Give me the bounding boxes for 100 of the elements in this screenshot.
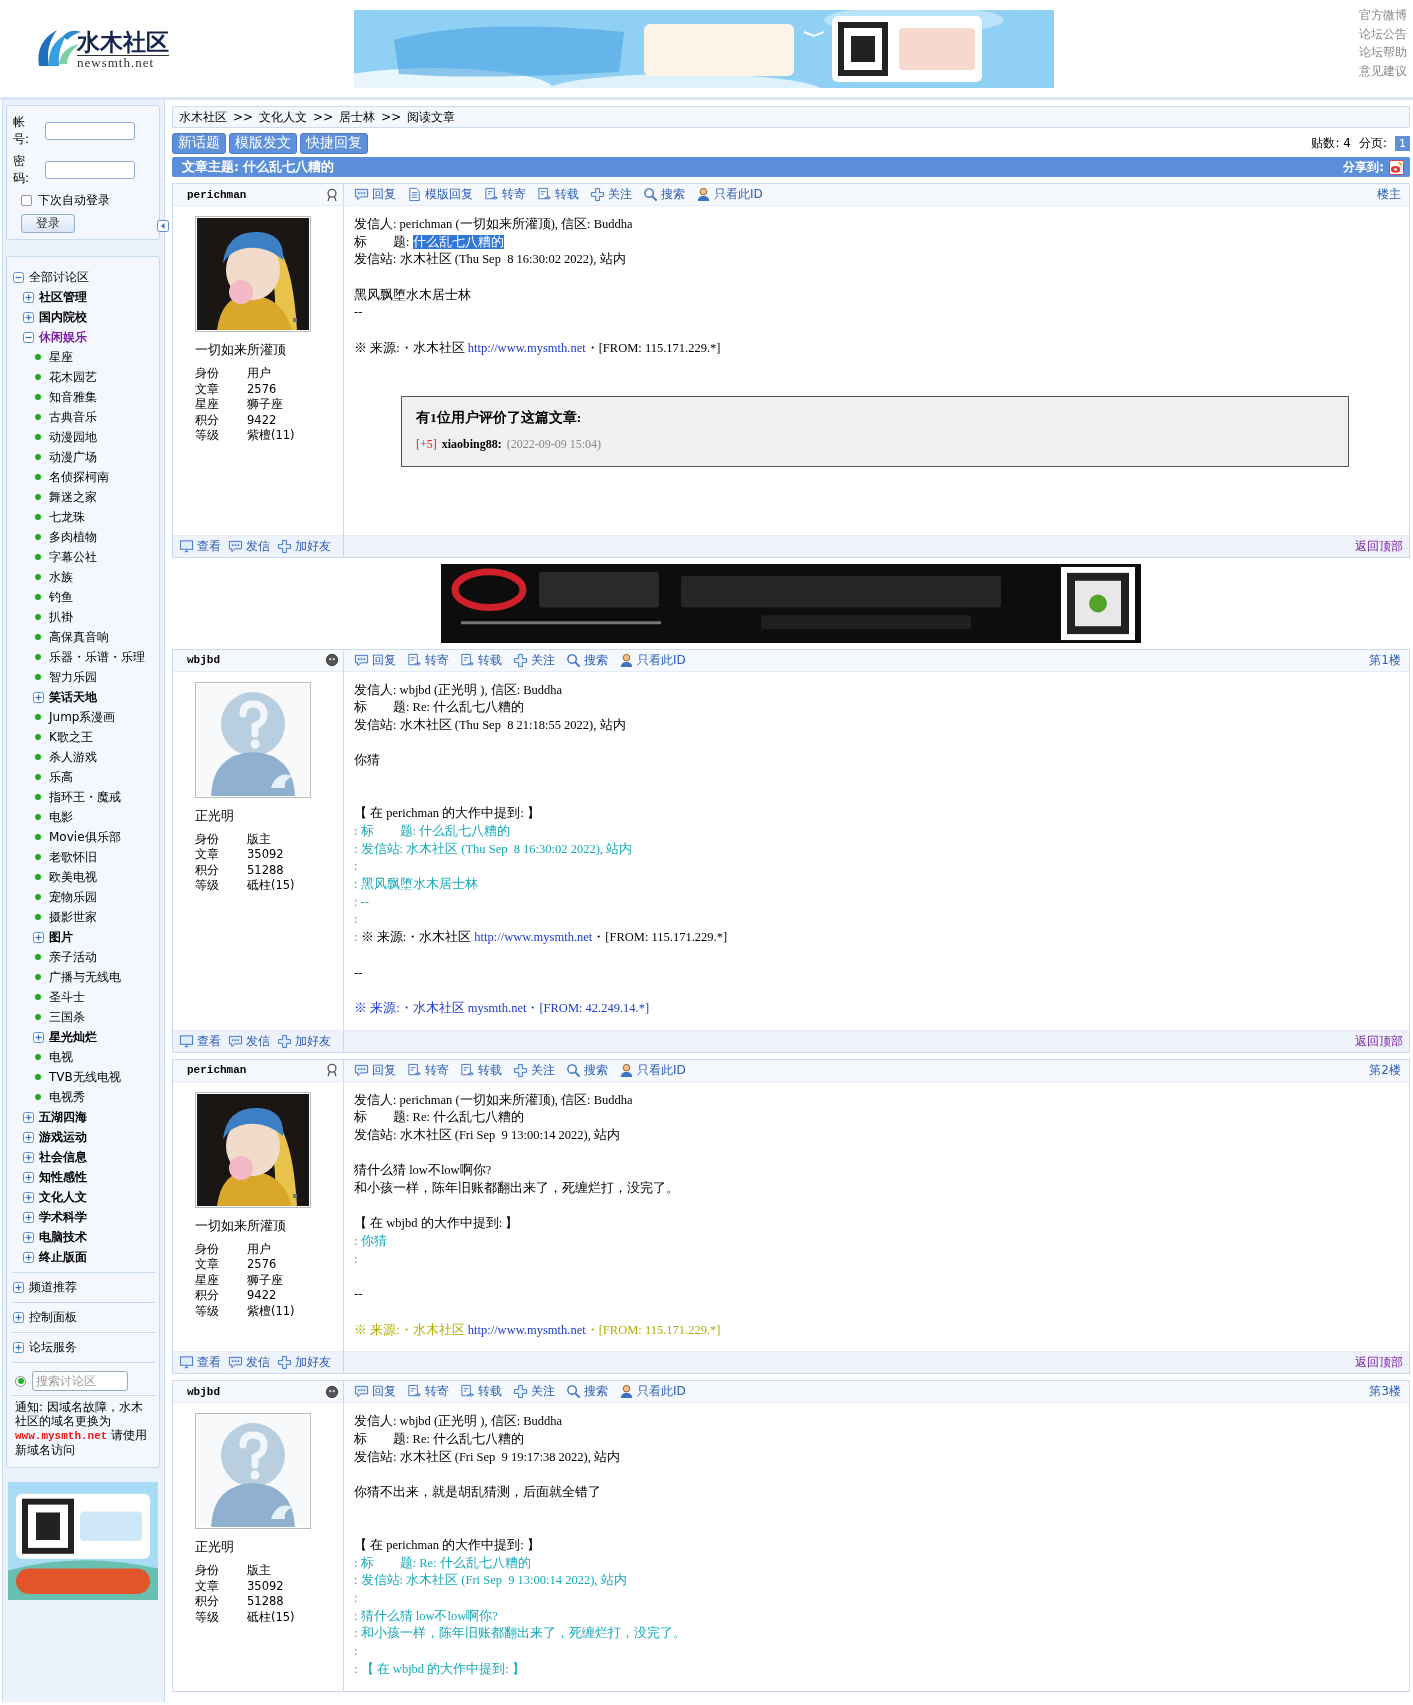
plus-icon[interactable] [23, 1191, 34, 1203]
share-icon[interactable] [1389, 159, 1404, 175]
header-link[interactable]: 论坛公告 [1359, 24, 1407, 43]
user-action[interactable]: 加好友 [277, 1354, 331, 1372]
plus-icon[interactable] [23, 1231, 34, 1243]
board-link[interactable]: 七龙珠 [49, 508, 85, 526]
source-link[interactable]: http://www.mysmth.net [467, 340, 586, 355]
section-link[interactable]: 学术科学 [39, 1208, 87, 1226]
floor-link[interactable]: 楼主 [1377, 186, 1401, 203]
user-action[interactable]: 查看 [179, 537, 221, 555]
board-link[interactable]: 水族 [49, 568, 73, 586]
board-link[interactable]: 动漫广场 [49, 448, 97, 466]
post-action[interactable]: 关注 [513, 1383, 555, 1401]
post-action[interactable]: 回复 [354, 186, 396, 203]
collapse-icon[interactable] [157, 220, 169, 232]
board-link[interactable]: 高保真音响 [49, 628, 109, 646]
plus-icon[interactable] [23, 1151, 34, 1163]
board-link[interactable]: 花木园艺 [49, 368, 97, 386]
post-action[interactable]: 转寄 [484, 186, 526, 203]
post-action[interactable]: 转载 [460, 1061, 502, 1079]
post-action[interactable]: 转寄 [407, 651, 449, 669]
floor-link[interactable]: 第1楼 [1369, 651, 1401, 669]
user-action[interactable]: 发信 [228, 537, 270, 555]
header-link[interactable]: 官方微博 [1359, 6, 1407, 25]
header-link[interactable]: 论坛帮助 [1359, 43, 1407, 62]
board-link[interactable]: 摄影世家 [49, 908, 97, 926]
plus-icon[interactable] [33, 931, 44, 943]
board-link[interactable]: 圣斗士 [49, 988, 85, 1006]
plus-icon[interactable] [13, 1311, 24, 1323]
plus-icon[interactable] [23, 1131, 34, 1143]
search-field[interactable]: 搜索讨论区 [32, 1371, 128, 1391]
source-link[interactable]: http://www.mysmth.net [474, 930, 593, 945]
group-link[interactable]: 论坛服务 [29, 1338, 77, 1356]
board-link[interactable]: 电影 [49, 808, 73, 826]
input-field[interactable] [45, 161, 135, 179]
section-link[interactable]: 笑话天地 [49, 688, 97, 706]
section-link[interactable]: 文化人文 [39, 1188, 87, 1206]
group-link[interactable]: 频道推荐 [29, 1278, 77, 1296]
back-to-top-link[interactable]: 返回顶部 [1355, 1032, 1403, 1050]
post-action[interactable]: 转寄 [407, 1383, 449, 1401]
floor-link[interactable]: 第2楼 [1369, 1061, 1401, 1079]
plus-icon[interactable] [23, 1211, 34, 1223]
section-link[interactable]: 知性感性 [39, 1168, 87, 1186]
post-action[interactable]: 回复 [354, 1383, 396, 1401]
user-id[interactable]: perichman [187, 1064, 247, 1077]
radio-button[interactable] [15, 1375, 26, 1387]
section-link[interactable]: 游戏运动 [39, 1128, 87, 1146]
source-link[interactable]: mysmth.net [467, 1000, 527, 1015]
post-action[interactable]: 转载 [460, 651, 502, 669]
section-link[interactable]: 电脑技术 [39, 1228, 87, 1246]
user-action[interactable]: 发信 [228, 1354, 270, 1372]
user-action[interactable]: 加好友 [277, 1032, 331, 1050]
floor-link[interactable]: 第3楼 [1369, 1383, 1401, 1401]
board-link[interactable]: 老歌怀旧 [49, 848, 97, 866]
board-link[interactable]: 乐高 [49, 768, 73, 786]
board-link[interactable]: Jump系漫画 [49, 708, 116, 726]
board-link[interactable]: 杀人游戏 [49, 748, 97, 766]
board-link[interactable]: 指环王・魔戒 [49, 788, 121, 806]
post-action[interactable]: 只看此ID [619, 1383, 686, 1401]
minus-icon[interactable] [23, 331, 34, 343]
post-action[interactable]: 回复 [354, 651, 396, 669]
section-link[interactable]: 社会信息 [39, 1148, 87, 1166]
input-field[interactable] [45, 122, 135, 140]
plus-icon[interactable] [23, 1251, 34, 1263]
user-id[interactable]: wbjbd [187, 654, 220, 666]
user-action[interactable]: 加好友 [277, 537, 331, 555]
board-link[interactable]: 亲子活动 [49, 948, 97, 966]
board-link[interactable]: 三国杀 [49, 1008, 85, 1026]
board-link[interactable]: 舞迷之家 [49, 488, 97, 506]
board-link[interactable]: 钓鱼 [49, 588, 73, 606]
post-action[interactable]: 转寄 [407, 1061, 449, 1079]
board-link[interactable]: 多肉植物 [49, 528, 97, 546]
post-action[interactable]: 搜索 [566, 1061, 608, 1079]
plus-icon[interactable] [13, 1341, 24, 1353]
section-link[interactable]: 图片 [49, 928, 73, 946]
board-link[interactable]: K歌之王 [49, 728, 93, 746]
breadcrumb-link[interactable]: 水木社区 [179, 108, 227, 126]
board-link[interactable]: 宠物乐园 [49, 888, 97, 906]
section-link[interactable]: 五湖四海 [39, 1108, 87, 1126]
post-action[interactable]: 关注 [513, 651, 555, 669]
post-action[interactable]: 回复 [354, 1061, 396, 1079]
plus-icon[interactable] [33, 1031, 44, 1043]
plus-icon[interactable] [23, 1111, 34, 1123]
breadcrumb-link[interactable]: 居士林 [339, 108, 376, 126]
post-action[interactable]: 只看此ID [696, 186, 763, 203]
board-link[interactable]: 古典音乐 [49, 408, 97, 426]
user-action[interactable]: 发信 [228, 1032, 270, 1050]
section-link[interactable]: 休闲娱乐 [39, 328, 87, 346]
plus-icon[interactable] [23, 291, 34, 303]
post-action[interactable]: 关注 [590, 186, 632, 203]
notice-link[interactable]: www.mysmth.net [15, 1430, 108, 1442]
board-link[interactable]: 字幕公社 [49, 548, 97, 566]
group-link[interactable]: 全部讨论区 [29, 268, 89, 286]
breadcrumb-link[interactable]: 文化人文 [259, 108, 308, 126]
post-action[interactable]: 只看此ID [619, 651, 686, 669]
board-link[interactable]: Movie俱乐部 [49, 828, 121, 846]
board-link[interactable]: 扒褂 [49, 608, 73, 626]
user-id[interactable]: wbjbd [187, 1385, 220, 1398]
plus-icon[interactable] [13, 1281, 24, 1293]
board-link[interactable]: 星座 [49, 348, 73, 366]
